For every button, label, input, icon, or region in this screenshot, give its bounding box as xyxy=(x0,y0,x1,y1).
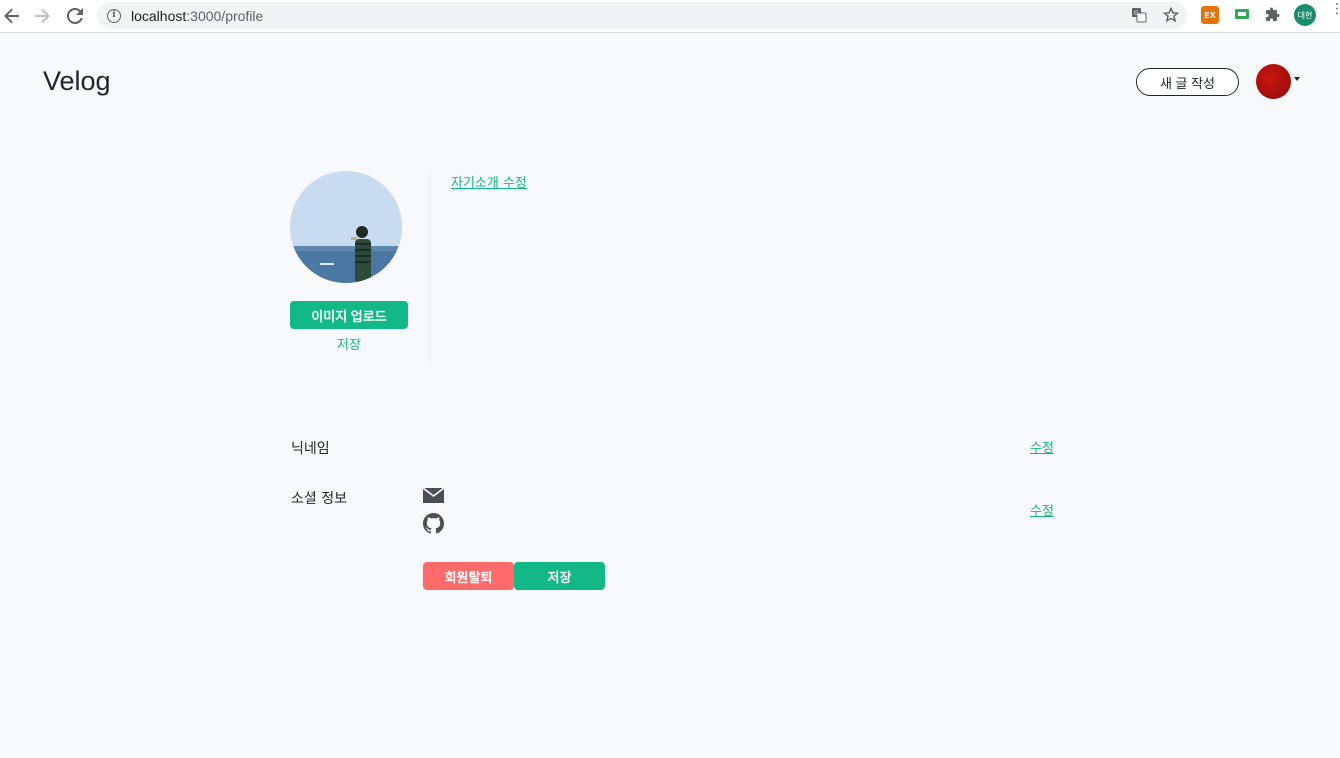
edit-intro-link[interactable]: 자기소개 수정 xyxy=(451,172,527,191)
profile-image xyxy=(290,171,402,283)
delete-account-button[interactable]: 회원탈퇴 xyxy=(423,562,514,590)
back-icon[interactable] xyxy=(0,4,24,28)
divider xyxy=(429,171,430,363)
address-bar[interactable]: i localhost:3000/profile G xyxy=(97,2,1187,29)
user-avatar[interactable] xyxy=(1256,64,1291,99)
reload-icon[interactable] xyxy=(63,4,87,28)
browser-toolbar: i localhost:3000/profile G EX 대현 ⋮ xyxy=(0,0,1340,33)
social-label: 소셜 정보 xyxy=(291,491,347,507)
mail-icon xyxy=(422,487,445,508)
extensions-puzzle-icon[interactable] xyxy=(1264,6,1282,24)
browser-menu-icon[interactable]: ⋮ xyxy=(1330,2,1340,16)
new-post-button[interactable]: 새 글 작성 xyxy=(1136,68,1239,96)
save-image-link[interactable]: 저장 xyxy=(290,334,408,353)
forward-icon[interactable] xyxy=(30,4,54,28)
nickname-label: 닉네임 xyxy=(291,441,330,457)
nickname-edit-link[interactable]: 수정 xyxy=(1030,437,1054,456)
bookmark-star-icon[interactable] xyxy=(1162,6,1180,27)
svg-text:G: G xyxy=(1134,10,1139,17)
translate-icon[interactable]: G xyxy=(1131,7,1147,27)
extension-ex-icon[interactable]: EX xyxy=(1201,6,1219,24)
upload-image-button[interactable]: 이미지 업로드 xyxy=(290,301,408,329)
site-logo[interactable]: Velog xyxy=(43,66,111,97)
github-icon xyxy=(423,513,445,534)
save-button[interactable]: 저장 xyxy=(514,562,605,590)
site-info-icon[interactable]: i xyxy=(107,8,121,23)
extension-screen-icon[interactable] xyxy=(1233,6,1251,24)
social-edit-link[interactable]: 수정 xyxy=(1030,500,1054,519)
browser-profile-avatar[interactable]: 대현 xyxy=(1294,4,1316,26)
caret-down-icon[interactable] xyxy=(1294,77,1300,81)
url-text: localhost:3000/profile xyxy=(131,7,264,24)
